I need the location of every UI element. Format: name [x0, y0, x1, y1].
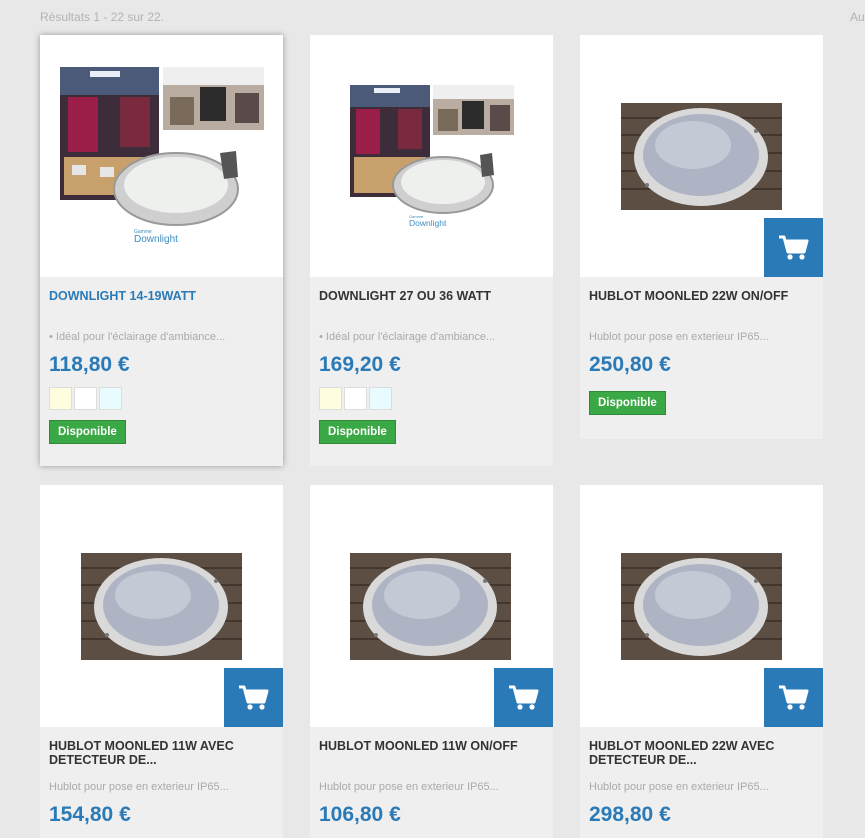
product-name[interactable]: DOWNLIGHT 14-19WATT: [49, 289, 274, 331]
product-name[interactable]: HUBLOT MOONLED 11W AVEC DETECTEUR DE...: [49, 739, 274, 781]
product-image[interactable]: [310, 485, 553, 727]
product-price: 298,80 €: [589, 803, 671, 826]
product-description: Hublot pour pose en exterieur IP65...: [589, 331, 769, 343]
swatch-warm-white[interactable]: [49, 387, 72, 410]
swatch-cool-white[interactable]: [99, 387, 122, 410]
color-swatches: [49, 387, 274, 410]
color-swatches: [319, 387, 544, 410]
collage-caption: Downlight: [409, 218, 447, 228]
add-to-cart-button[interactable]: [764, 668, 823, 727]
product-price: 154,80 €: [49, 803, 131, 826]
availability-badge: Disponible: [319, 420, 396, 444]
product-card[interactable]: HUBLOT MOONLED 11W ON/OFF Hublot pour po…: [310, 485, 553, 838]
product-card[interactable]: Gamme Downlight DOWNLIGHT 27 OU 36 WATT …: [310, 35, 553, 466]
product-image[interactable]: [580, 485, 823, 727]
add-to-cart-button[interactable]: [494, 668, 553, 727]
product-price: 169,20 €: [319, 353, 401, 376]
availability-badge: Disponible: [589, 391, 666, 415]
product-name[interactable]: HUBLOT MOONLED 22W AVEC DETECTEUR DE...: [589, 739, 814, 781]
product-image[interactable]: Gamme Downlight: [310, 35, 553, 277]
shopping-cart-icon: [778, 685, 808, 710]
product-description: Hublot pour pose en exterieur IP65...: [589, 781, 769, 793]
product-card[interactable]: HUBLOT MOONLED 22W AVEC DETECTEUR DE... …: [580, 485, 823, 838]
product-price: 106,80 €: [319, 803, 401, 826]
swatch-warm-white[interactable]: [319, 387, 342, 410]
product-description: Hublot pour pose en exterieur IP65...: [319, 781, 499, 793]
product-name[interactable]: HUBLOT MOONLED 11W ON/OFF: [319, 739, 544, 781]
product-name[interactable]: HUBLOT MOONLED 22W ON/OFF: [589, 289, 814, 331]
product-card[interactable]: HUBLOT MOONLED 22W ON/OFF Hublot pour po…: [580, 35, 823, 439]
results-count: Résultats 1 - 22 sur 22.: [40, 10, 165, 24]
product-description: • Idéal pour l'éclairage d'ambiance...: [49, 331, 226, 343]
sort-label: Au: [850, 10, 865, 24]
swatch-cool-white[interactable]: [369, 387, 392, 410]
product-card[interactable]: Gamme Downlight DOWNLIGHT 14-19WATT • Id…: [40, 35, 283, 466]
product-name[interactable]: DOWNLIGHT 27 OU 36 WATT: [319, 289, 544, 331]
product-description: Hublot pour pose en exterieur IP65...: [49, 781, 229, 793]
swatch-neutral-white[interactable]: [344, 387, 367, 410]
product-price: 250,80 €: [589, 353, 671, 376]
collage-caption: Downlight: [134, 234, 178, 245]
product-card[interactable]: HUBLOT MOONLED 11W AVEC DETECTEUR DE... …: [40, 485, 283, 838]
swatch-neutral-white[interactable]: [74, 387, 97, 410]
product-image[interactable]: Gamme Downlight: [40, 35, 283, 277]
shopping-cart-icon: [238, 685, 268, 710]
product-description: • Idéal pour l'éclairage d'ambiance...: [319, 331, 496, 343]
availability-badge: Disponible: [49, 420, 126, 444]
shopping-cart-icon: [508, 685, 538, 710]
add-to-cart-button[interactable]: [224, 668, 283, 727]
product-price: 118,80 €: [49, 353, 130, 376]
shopping-cart-icon: [778, 235, 808, 260]
product-image[interactable]: [580, 35, 823, 277]
product-image[interactable]: [40, 485, 283, 727]
add-to-cart-button[interactable]: [764, 218, 823, 277]
